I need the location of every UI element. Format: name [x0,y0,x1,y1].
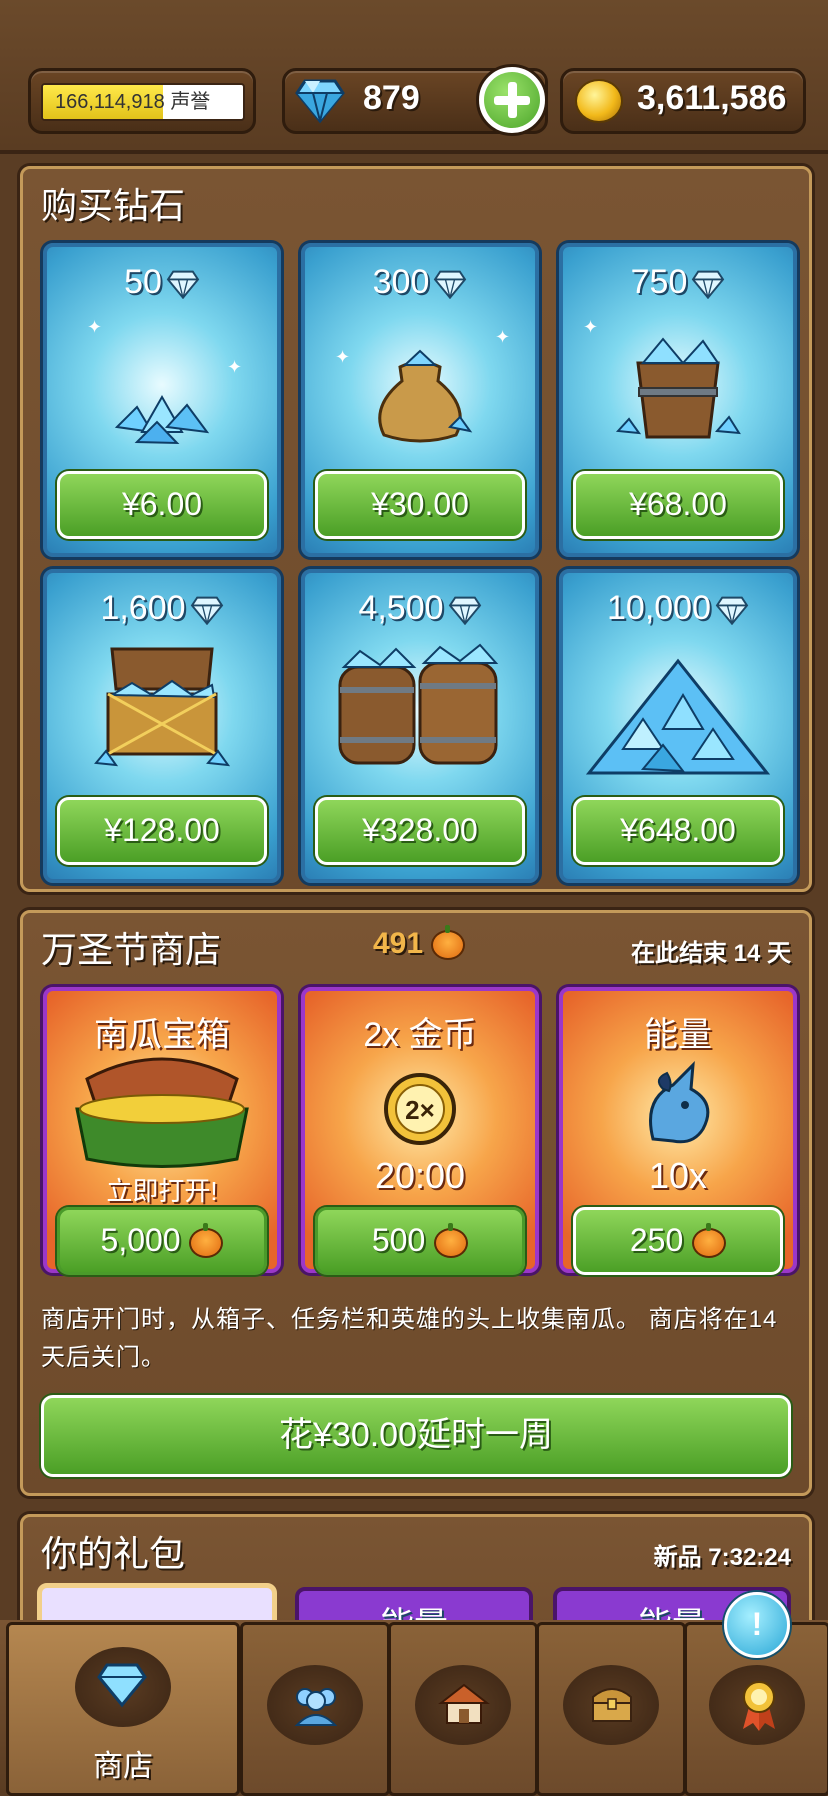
diamond-pile-small-icon [114,394,210,445]
plus-icon [484,72,540,128]
house-icon [438,1683,490,1724]
diamond-pack-50[interactable]: 50 ✦ ✦ ¥6.00 [43,243,281,557]
pumpkin-icon [692,1222,727,1258]
diamond-bucket-icon [615,337,741,439]
diamond-pack-4500[interactable]: 4,500 ¥328.00 [301,569,539,883]
offer-title: 2x 金币 [363,1016,477,1054]
diamond-pack-1600[interactable]: 1,600 ¥128.00 [43,569,281,883]
reputation-bar: 166,114,918 声誉 [41,83,245,121]
halloween-shop-description: 商店开门时，从箱子、任务栏和英雄的头上收集南瓜。 商店将在14 天后关门。 [41,1306,778,1371]
diamond-shop-panel: 购买钻石 50 ✦ ✦ ¥6.00 300 ✦ ✦ ¥30.00 750 ✦ ¥… [20,166,812,892]
diamond-icon [190,596,223,626]
pumpkin-chest-icon [75,1057,249,1168]
tab-shop[interactable]: 商店 [6,1622,240,1796]
buy-button[interactable]: 250 [573,1207,783,1275]
tab-chests[interactable] [536,1622,686,1796]
svg-text:2×: 2× [405,1095,435,1125]
pumpkin-icon [434,1222,469,1258]
pack-amount: 300 [372,263,430,301]
gold-count: 3,611,586 [637,79,787,117]
offer-timer: 20:00 [374,1155,466,1196]
pumpkin-icon [189,1222,224,1258]
buy-button[interactable]: ¥328.00 [315,797,525,865]
diamond-icon [448,596,481,626]
diamond-bag-icon [378,349,473,443]
buy-button[interactable]: ¥128.00 [57,797,267,865]
unicorn-energy-icon [649,1061,710,1144]
diamond-pack-750[interactable]: 750 ✦ ¥68.00 [559,243,797,557]
offer-quantity: 10x [648,1155,708,1196]
treasure-chest-icon [94,647,231,767]
diamond-pack-10000[interactable]: 10,000 ¥648.00 [559,569,797,883]
pumpkin-balance: 491 [373,925,466,961]
buy-button[interactable]: ¥68.00 [573,471,783,539]
offer-price: 250 [629,1222,684,1258]
diamond-shop-title: 购买钻石 [41,185,186,226]
diamond-icon [166,270,200,300]
buy-button[interactable]: 5,000 [57,1207,267,1275]
double-gold-offer[interactable]: 2x 金币 2× 20:00 500 [301,987,539,1275]
buy-button[interactable]: ¥30.00 [315,471,525,539]
shop-ends-text: 在此结束 14 天 [630,940,791,967]
alert-badge[interactable]: ! [724,1592,790,1658]
medal-icon [743,1681,775,1731]
people-icon [294,1688,338,1726]
top-bar: 166,114,918 声誉 879 3,611,586 [0,0,828,154]
reputation-value: 166,114,918 [55,91,165,113]
pack-amount: 50 [124,263,162,301]
tab-shop-label: 商店 [93,1750,153,1783]
buy-button[interactable]: 500 [315,1207,525,1275]
pack-amount: 4,500 [358,589,444,627]
gift-pack-timer: 新品 7:32:24 [653,1544,791,1571]
diamond-icon [434,270,467,300]
reputation-display[interactable]: 166,114,918 声誉 [28,68,256,134]
tab-buildings[interactable] [388,1622,538,1796]
gold-balance[interactable]: 3,611,586 [560,68,806,134]
diamond-pack-300[interactable]: 300 ✦ ✦ ¥30.00 [301,243,539,557]
offer-price: 5,000 [100,1222,181,1258]
pack-amount: 750 [630,263,688,301]
diamond-icon [715,596,749,626]
pack-amount: 10,000 [607,589,711,627]
buy-button[interactable]: ¥648.00 [573,797,783,865]
pumpkin-count: 491 [373,927,424,960]
halloween-shop-title: 万圣节商店 [41,929,222,970]
offer-price: 500 [371,1222,426,1258]
offer-title: 能量 [644,1016,712,1054]
pumpkin-chest-offer[interactable]: 南瓜宝箱 立即打开! 5,000 [43,987,281,1275]
diamond-icon [295,79,345,123]
extend-shop-button[interactable]: 花¥30.00延时一周 [41,1395,791,1477]
diamond-icon [692,270,725,300]
diamond-icon [97,1663,147,1708]
energy-offer[interactable]: 能量 10x 250 [559,987,797,1275]
offer-subtitle: 立即打开! [106,1176,218,1206]
diamond-mountain-icon [585,658,771,775]
tab-heroes[interactable] [240,1622,390,1796]
double-coin-icon: 2× [384,1073,456,1145]
halloween-shop-panel: 万圣节商店 491 在此结束 14 天 南瓜宝箱 立即打开! 5,000 2x … [20,910,812,1496]
gem-count: 879 [363,79,420,117]
pumpkin-icon [431,925,466,961]
gold-coin-icon [575,79,623,123]
buy-button[interactable]: ¥6.00 [57,471,267,539]
add-gems-button[interactable] [476,64,548,136]
diamond-barrels-icon [338,643,499,765]
bottom-tab-bar: 商店 [0,1620,828,1796]
chest-icon [592,1688,632,1722]
pack-amount: 1,600 [100,589,186,627]
gift-pack-title: 你的礼包 [41,1533,186,1574]
reputation-label: 声誉 [170,91,211,113]
